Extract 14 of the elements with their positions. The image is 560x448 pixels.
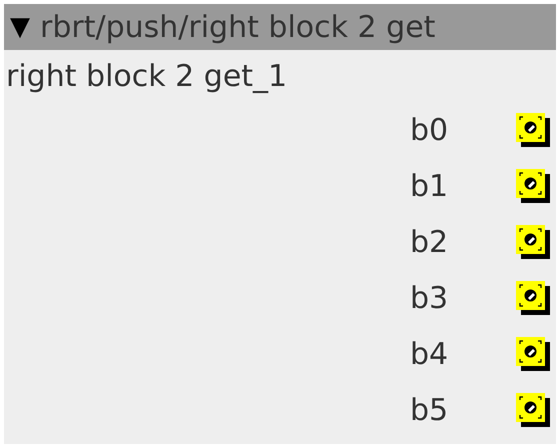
port-icon[interactable] — [516, 281, 550, 315]
block-name: right block 2 get_1 — [5, 58, 288, 96]
port-label: b2 — [410, 224, 450, 260]
port-icon[interactable] — [516, 113, 550, 147]
port-icon[interactable] — [516, 169, 550, 203]
port-icon[interactable] — [516, 225, 550, 259]
port-label: b5 — [410, 392, 450, 428]
port-label: b0 — [410, 112, 450, 148]
port-label: b1 — [410, 168, 450, 204]
port-icon[interactable] — [516, 393, 550, 427]
port-icon[interactable] — [516, 337, 550, 371]
section-header[interactable]: ▼ rbrt/push/right block 2 get — [4, 4, 556, 50]
port-label: b3 — [410, 280, 450, 316]
port-label: b4 — [410, 336, 450, 372]
